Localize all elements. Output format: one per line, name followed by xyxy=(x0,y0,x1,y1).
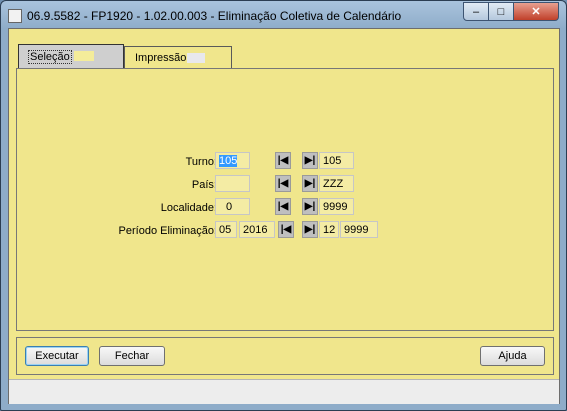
turno-label: Turno: xyxy=(185,156,217,168)
fechar-button[interactable]: Fechar xyxy=(99,346,165,366)
selection-panel: Turno: 105 |◀ ▶| 105 País: |◀ ▶| ZZZ Loc… xyxy=(16,68,554,331)
pais-from-input[interactable] xyxy=(215,175,250,192)
tab-selecao[interactable]: Seleção xyxy=(18,44,124,71)
periodo-last-icon[interactable]: ▶| xyxy=(302,221,318,238)
pais-last-icon[interactable]: ▶| xyxy=(302,175,318,192)
title-bar[interactable]: 06.9.5582 - FP1920 - 1.02.00.003 - Elimi… xyxy=(1,1,566,29)
periodo-first-icon[interactable]: |◀ xyxy=(278,221,294,238)
localidade-to-input[interactable]: 9999 xyxy=(319,198,354,215)
pais-to-input[interactable]: ZZZ xyxy=(319,175,354,192)
turno-from-input[interactable]: 105 xyxy=(215,152,250,169)
tab-impressao[interactable]: Impressão xyxy=(124,46,232,69)
executar-button[interactable]: Executar xyxy=(25,346,89,366)
periodo-from-year-input[interactable]: 2016 xyxy=(239,221,275,238)
periodo-from-month-input[interactable]: 05 xyxy=(215,221,237,238)
window-title: 06.9.5582 - FP1920 - 1.02.00.003 - Elimi… xyxy=(27,9,402,23)
localidade-first-icon[interactable]: |◀ xyxy=(275,198,291,215)
close-button[interactable]: ✕ xyxy=(513,2,559,21)
periodo-label: Período Eliminação: xyxy=(118,225,217,237)
localidade-from-input[interactable]: 0 xyxy=(215,198,250,215)
tab-selecao-label: Seleção xyxy=(28,50,72,64)
status-bar xyxy=(9,379,559,404)
tab-impressao-highlight xyxy=(187,53,205,63)
turno-last-icon[interactable]: ▶| xyxy=(302,152,318,169)
periodo-to-year-input[interactable]: 9999 xyxy=(340,221,378,238)
minimize-button[interactable]: – xyxy=(463,2,489,21)
client-area: Seleção Impressão Turno: 105 |◀ ▶| 105 P… xyxy=(8,28,560,404)
ajuda-button[interactable]: Ajuda xyxy=(480,346,545,366)
turno-from-value: 105 xyxy=(219,155,238,167)
app-window: 06.9.5582 - FP1920 - 1.02.00.003 - Elimi… xyxy=(0,0,567,411)
maximize-button[interactable]: □ xyxy=(488,2,514,21)
turno-first-icon[interactable]: |◀ xyxy=(275,152,291,169)
localidade-label: Localidade: xyxy=(160,202,217,214)
localidade-last-icon[interactable]: ▶| xyxy=(302,198,318,215)
pais-first-icon[interactable]: |◀ xyxy=(275,175,291,192)
pais-label: País: xyxy=(191,179,217,191)
tab-selecao-highlight xyxy=(74,51,94,61)
app-icon xyxy=(8,9,22,23)
turno-to-input[interactable]: 105 xyxy=(319,152,354,169)
button-bar: Executar Fechar Ajuda xyxy=(16,337,554,375)
tab-impressao-label: Impressão xyxy=(135,52,187,64)
periodo-to-month-input[interactable]: 12 xyxy=(319,221,339,238)
